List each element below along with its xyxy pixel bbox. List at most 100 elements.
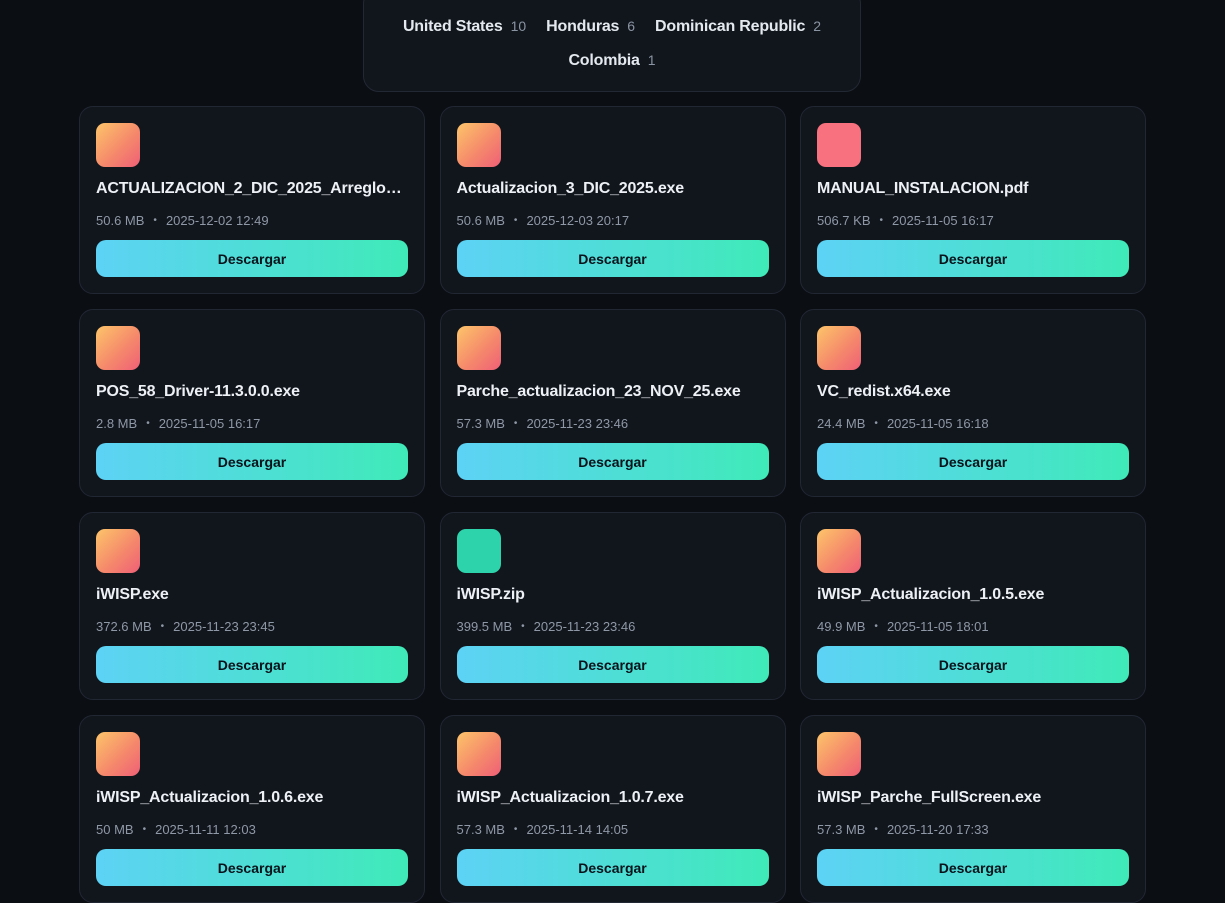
file-name: iWISP.zip	[456, 586, 525, 603]
file-size: 506.7 KB	[817, 213, 871, 228]
country-united-states: United States 10	[403, 18, 526, 36]
file-date: 2025-11-05 16:17	[892, 213, 994, 228]
file-size: 50.6 MB	[96, 213, 145, 228]
download-button[interactable]: Descargar	[96, 240, 408, 277]
file-name: Parche_actualizacion_23_NOV_25.exe	[456, 383, 741, 400]
file-card: Actualizacion_3_DIC_2025.exe 50.6 MB • 2…	[439, 106, 786, 294]
file-name: ACTUALIZACION_2_DIC_2025_Arreglo_...	[96, 180, 406, 197]
file-card: iWISP_Actualizacion_1.0.7.exe 57.3 MB • …	[439, 715, 786, 903]
meta-separator: •	[513, 418, 518, 429]
file-date: 2025-11-20 17:33	[886, 822, 989, 837]
file-name: iWISP_Actualizacion_1.0.5.exe	[817, 586, 1045, 603]
download-button[interactable]: Descargar	[456, 240, 769, 277]
exe-file-icon	[96, 529, 140, 573]
file-size: 57.3 MB	[817, 822, 866, 837]
exe-file-icon	[817, 529, 861, 573]
file-date: 2025-11-23 23:46	[533, 619, 636, 634]
file-card: POS_58_Driver-11.3.0.0.exe 2.8 MB • 2025…	[79, 309, 425, 497]
download-button[interactable]: Descargar	[96, 646, 408, 683]
file-card: MANUAL_INSTALACION.pdf 506.7 KB • 2025-1…	[800, 106, 1146, 294]
country-row: United States 10 Honduras 6 Dominican Re…	[364, 18, 860, 36]
meta-separator: •	[142, 824, 147, 835]
meta-separator: •	[513, 215, 518, 226]
zip-file-icon	[456, 529, 501, 573]
download-button[interactable]: Descargar	[817, 646, 1129, 683]
exe-file-icon	[96, 326, 140, 370]
file-meta: 2.8 MB • 2025-11-05 16:17	[96, 416, 260, 431]
file-name: iWISP.exe	[96, 586, 169, 603]
download-button[interactable]: Descargar	[96, 443, 408, 480]
exe-file-icon	[96, 123, 140, 167]
download-button[interactable]: Descargar	[456, 646, 769, 683]
country-name: United States	[402, 18, 503, 35]
country-dominican-republic: Dominican Republic 2	[655, 18, 821, 36]
file-date: 2025-11-14 14:05	[526, 822, 629, 837]
file-grid: ACTUALIZACION_2_DIC_2025_Arreglo_... 50.…	[79, 106, 1146, 903]
file-meta: 57.3 MB • 2025-11-14 14:05	[457, 822, 629, 837]
file-date: 2025-11-23 23:45	[173, 619, 275, 634]
file-date: 2025-11-23 23:46	[526, 416, 629, 431]
download-button[interactable]: Descargar	[456, 849, 769, 886]
country-count: 2	[813, 18, 822, 34]
file-card: iWISP_Actualizacion_1.0.6.exe 50 MB • 20…	[79, 715, 425, 903]
country-name: Honduras	[546, 18, 620, 35]
file-size: 2.8 MB	[96, 416, 138, 431]
pdf-file-icon	[817, 123, 861, 167]
meta-separator: •	[513, 824, 518, 835]
file-card: iWISP_Actualizacion_1.0.5.exe 49.9 MB • …	[800, 512, 1146, 700]
country-count: 10	[510, 18, 527, 34]
exe-file-icon	[456, 732, 501, 776]
file-meta: 49.9 MB • 2025-11-05 18:01	[817, 619, 989, 634]
file-card: iWISP.exe 372.6 MB • 2025-11-23 23:45 De…	[79, 512, 425, 700]
file-meta: 506.7 KB • 2025-11-05 16:17	[817, 213, 994, 228]
country-honduras: Honduras 6	[546, 18, 635, 36]
file-size: 24.4 MB	[817, 416, 866, 431]
file-name: POS_58_Driver-11.3.0.0.exe	[96, 383, 300, 400]
file-meta: 50.6 MB • 2025-12-02 12:49	[96, 213, 269, 228]
exe-file-icon	[456, 123, 501, 167]
file-card: iWISP_Parche_FullScreen.exe 57.3 MB • 20…	[800, 715, 1146, 903]
download-button[interactable]: Descargar	[817, 240, 1129, 277]
meta-separator: •	[879, 215, 884, 226]
file-size: 399.5 MB	[456, 619, 513, 634]
exe-file-icon	[456, 326, 501, 370]
country-colombia: Colombia 1	[568, 52, 655, 70]
file-card: Parche_actualizacion_23_NOV_25.exe 57.3 …	[439, 309, 786, 497]
file-meta: 57.3 MB • 2025-11-23 23:46	[457, 416, 629, 431]
download-button[interactable]: Descargar	[456, 443, 769, 480]
file-card: ACTUALIZACION_2_DIC_2025_Arreglo_... 50.…	[79, 106, 425, 294]
file-date: 2025-12-03 20:17	[526, 213, 630, 228]
exe-file-icon	[96, 732, 140, 776]
file-date: 2025-11-05 18:01	[886, 619, 989, 634]
file-size: 372.6 MB	[96, 619, 152, 634]
file-date: 2025-11-05 16:17	[158, 416, 261, 431]
file-meta: 24.4 MB • 2025-11-05 16:18	[817, 416, 989, 431]
file-name: MANUAL_INSTALACION.pdf	[817, 180, 1029, 197]
file-size: 57.3 MB	[456, 416, 505, 431]
file-meta: 50.6 MB • 2025-12-03 20:17	[457, 213, 630, 228]
file-name: iWISP_Parche_FullScreen.exe	[817, 789, 1042, 806]
country-stats-panel: United States 10 Honduras 6 Dominican Re…	[363, 0, 861, 92]
file-meta: 57.3 MB • 2025-11-20 17:33	[817, 822, 989, 837]
file-name: iWISP_Actualizacion_1.0.6.exe	[96, 789, 324, 806]
country-count: 6	[627, 18, 636, 34]
file-size: 50 MB	[96, 822, 134, 837]
file-meta: 372.6 MB • 2025-11-23 23:45	[96, 619, 275, 634]
download-button[interactable]: Descargar	[817, 849, 1129, 886]
download-button[interactable]: Descargar	[96, 849, 408, 886]
country-name: Colombia	[568, 52, 640, 69]
meta-separator: •	[874, 418, 878, 429]
file-date: 2025-12-02 12:49	[165, 213, 269, 228]
download-button[interactable]: Descargar	[817, 443, 1129, 480]
file-card: iWISP.zip 399.5 MB • 2025-11-23 23:46 De…	[439, 512, 786, 700]
meta-separator: •	[874, 621, 878, 632]
country-row: Colombia 1	[364, 52, 860, 70]
file-size: 57.3 MB	[456, 822, 505, 837]
exe-file-icon	[817, 326, 861, 370]
country-count: 1	[647, 52, 656, 68]
file-date: 2025-11-05 16:18	[886, 416, 989, 431]
file-name: VC_redist.x64.exe	[817, 383, 951, 400]
file-name: Actualizacion_3_DIC_2025.exe	[456, 180, 685, 197]
file-name: iWISP_Actualizacion_1.0.7.exe	[456, 789, 684, 806]
file-size: 49.9 MB	[817, 619, 866, 634]
